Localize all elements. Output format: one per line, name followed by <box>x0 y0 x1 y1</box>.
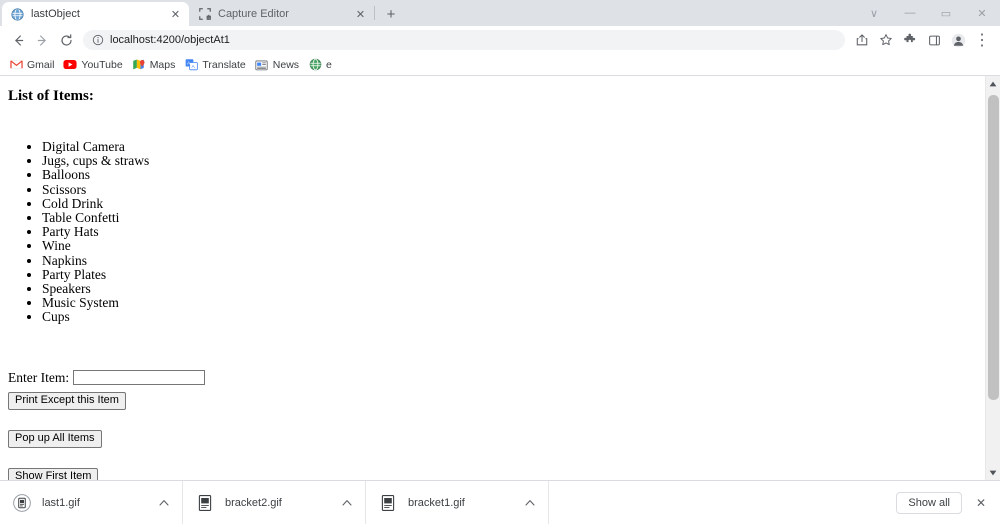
news-icon <box>255 58 269 72</box>
show-all-downloads-button[interactable]: Show all <box>896 492 962 514</box>
list-item: Party Hats <box>42 225 977 239</box>
show-first-item-button[interactable]: Show First Item <box>8 467 99 480</box>
chevron-up-icon[interactable] <box>339 499 355 506</box>
minimize-button[interactable]: — <box>892 0 928 26</box>
toolbar-actions: ⋮ <box>850 28 994 52</box>
maps-icon <box>132 58 146 72</box>
window-controls: ∨ — ▭ ✕ <box>856 0 1000 26</box>
page-viewport: List of Items: Digital Camera Jugs, cups… <box>0 76 1000 480</box>
bookmark-news[interactable]: News <box>252 56 305 74</box>
tab-search-icon[interactable]: ∨ <box>856 0 892 26</box>
page-title: List of Items: <box>8 88 94 104</box>
list-item: Balloons <box>42 168 977 182</box>
new-tab-button[interactable]: + <box>378 2 404 26</box>
browser-window: lastObject ✕ Capture Editor ✕ + ∨ — ▭ ✕ <box>0 0 1000 524</box>
tab-title: Capture Editor <box>218 7 289 20</box>
chevron-up-icon[interactable] <box>522 499 538 506</box>
maximize-button[interactable]: ▭ <box>928 0 964 26</box>
list-item: Napkins <box>42 253 977 268</box>
share-icon[interactable] <box>850 28 874 52</box>
close-icon[interactable]: ✕ <box>353 7 368 22</box>
gmail-icon <box>9 58 23 72</box>
enter-item-input[interactable] <box>73 370 206 386</box>
show-first-wrap: Show First Item <box>8 466 977 480</box>
tab-strip: lastObject ✕ Capture Editor ✕ + ∨ — ▭ ✕ <box>0 0 1000 26</box>
bookmark-label: Translate <box>202 58 246 71</box>
tab-title: lastObject <box>31 7 80 20</box>
download-item-last1[interactable]: last1.gif <box>0 480 183 524</box>
side-panel-icon[interactable] <box>922 28 946 52</box>
print-except-this-item-button[interactable]: Print Except this Item <box>8 391 126 410</box>
reload-icon[interactable] <box>54 28 78 52</box>
back-icon[interactable] <box>6 28 30 52</box>
bookmark-maps[interactable]: Maps <box>129 56 182 74</box>
list-item: Music System <box>42 296 977 310</box>
list-item: Scissors <box>42 182 977 197</box>
download-shelf: last1.gif bracket2.gif bracket1.gif Show… <box>0 480 1000 524</box>
extensions-icon[interactable] <box>898 28 922 52</box>
chevron-up-icon[interactable] <box>156 499 172 506</box>
download-filename: bracket2.gif <box>225 496 282 509</box>
bookmark-star-icon[interactable] <box>874 28 898 52</box>
translate-icon: A A <box>184 58 198 72</box>
scrollbar-track[interactable] <box>986 91 1000 465</box>
download-item-bracket1[interactable]: bracket1.gif <box>366 480 549 524</box>
enter-item-label: Enter Item: <box>8 369 70 385</box>
page-scrollbar[interactable] <box>985 76 1000 480</box>
address-bar[interactable]: localhost:4200/objectAt1 <box>83 30 845 50</box>
youtube-icon <box>63 58 77 72</box>
bookmark-label: Gmail <box>27 58 55 71</box>
capture-frame-icon <box>198 8 211 21</box>
globe-icon <box>11 7 24 21</box>
print-except-wrap: Print Except this Item <box>8 390 977 410</box>
list-item: Wine <box>42 239 977 253</box>
close-icon[interactable]: ✕ <box>168 7 183 22</box>
bookmark-label: News <box>272 58 300 71</box>
site-info-icon[interactable] <box>91 34 104 47</box>
scrollbar-thumb[interactable] <box>987 95 999 400</box>
bookmark-label: Maps <box>149 58 176 71</box>
avatar[interactable] <box>946 28 970 52</box>
shelf-actions: Show all ✕ <box>896 481 1000 524</box>
file-gif-icon <box>195 493 215 513</box>
pop-up-all-items-button[interactable]: Pop up All Items <box>8 429 102 448</box>
list-item: Table Confetti <box>42 210 977 225</box>
forward-icon[interactable] <box>30 28 54 52</box>
download-filename: last1.gif <box>42 496 80 509</box>
url-text: localhost:4200/objectAt1 <box>110 33 230 46</box>
list-item: Party Plates <box>42 267 977 282</box>
bookmark-youtube[interactable]: YouTube <box>60 56 128 74</box>
chrome-menu-icon[interactable]: ⋮ <box>970 28 994 52</box>
list-item: Cups <box>42 310 977 324</box>
file-gif-icon <box>378 493 398 513</box>
globe-icon <box>308 58 322 72</box>
browser-toolbar: localhost:4200/objectAt1 ⋮ <box>0 26 1000 54</box>
bookmark-label: e <box>326 58 332 71</box>
scroll-up-icon[interactable] <box>985 76 1000 91</box>
enter-item-row: Enter Item: <box>8 370 977 386</box>
list-item: Speakers <box>42 281 977 296</box>
bookmarks-bar: Gmail YouTube Maps A A Translate News e <box>0 54 1000 76</box>
list-item: Cold Drink <box>42 196 977 211</box>
item-list: Digital Camera Jugs, cups & straws Ballo… <box>8 139 977 325</box>
close-icon[interactable]: ✕ <box>970 492 992 514</box>
tab-capture-editor[interactable]: Capture Editor ✕ <box>189 2 374 26</box>
tab-lastobject[interactable]: lastObject ✕ <box>2 2 189 26</box>
bookmark-gmail[interactable]: Gmail <box>6 56 60 74</box>
file-gif-icon <box>12 493 32 513</box>
tab-separator <box>374 6 375 20</box>
close-window-button[interactable]: ✕ <box>964 0 1000 26</box>
scroll-down-icon[interactable] <box>985 465 1000 480</box>
bookmark-e[interactable]: e <box>305 56 338 74</box>
popup-all-wrap: Pop up All Items <box>8 428 977 448</box>
download-filename: bracket1.gif <box>408 496 465 509</box>
list-item: Jugs, cups & straws <box>42 154 977 168</box>
bookmark-translate[interactable]: A A Translate <box>181 56 251 74</box>
download-item-bracket2[interactable]: bracket2.gif <box>183 480 366 524</box>
list-item: Digital Camera <box>42 139 977 154</box>
web-page-content: List of Items: Digital Camera Jugs, cups… <box>0 76 985 480</box>
bookmark-label: YouTube <box>81 58 123 71</box>
